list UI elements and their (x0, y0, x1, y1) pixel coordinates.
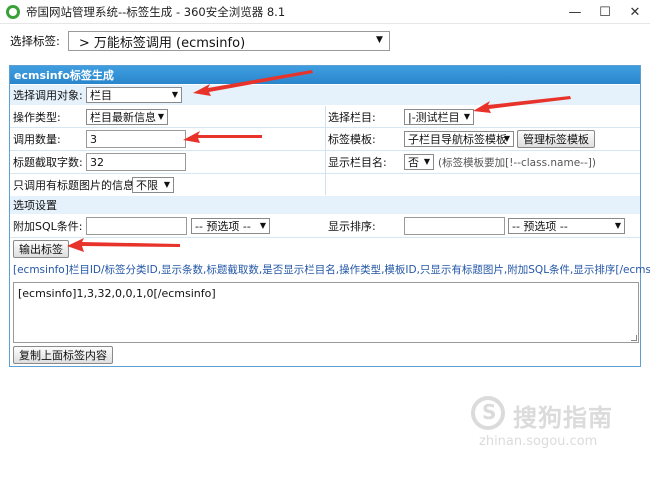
chevron-down-icon: ▼ (259, 221, 266, 230)
generated-tag-textarea[interactable]: [ecmsinfo]1,3,32,0,0,1,0[/ecmsinfo] (13, 282, 639, 343)
minimize-button[interactable]: — (560, 0, 590, 24)
template-label: 标签模板: (328, 133, 376, 146)
order-label: 显示排序: (328, 220, 376, 233)
chevron-down-icon: ▼ (614, 221, 621, 230)
sql-preset-select[interactable]: -- 预选项 -- ▼ (191, 218, 270, 234)
divider (10, 237, 640, 238)
tag-select-value: > 万能标签调用 (ecmsinfo) (78, 35, 246, 51)
chevron-down-icon: ▼ (463, 111, 470, 121)
manage-template-button[interactable]: 管理标签模板 (517, 130, 595, 148)
call-object-select[interactable]: 栏目 ▼ (86, 87, 182, 103)
tag-selector-label: 选择标签: (10, 34, 60, 48)
column-divider (325, 106, 326, 195)
operation-select[interactable]: 栏目最新信息 ▼ (86, 108, 168, 125)
template-select[interactable]: 子栏目导航标签模板 ▼ (404, 131, 514, 147)
sql-label: 附加SQL条件: (13, 220, 83, 233)
resize-grip-icon[interactable] (631, 335, 637, 341)
only-pic-value: 不限 (136, 178, 158, 192)
copy-row: 复制上面标签内容 (10, 346, 640, 364)
chevron-down-icon: ▼ (163, 179, 170, 189)
call-object-row: 选择调用对象: 栏目 ▼ (10, 85, 640, 105)
chevron-down-icon: ▼ (423, 157, 430, 166)
window-title: 帝国网站管理系统--标签生成 - 360安全浏览器 8.1 (26, 4, 286, 19)
sql-preset-value: -- 预选项 -- (195, 220, 251, 233)
chevron-down-icon: ▼ (157, 111, 164, 121)
operation-label: 操作类型: (13, 110, 61, 124)
template-value: 子栏目导航标签模板 (408, 133, 507, 146)
chevron-down-icon: ▼ (171, 90, 178, 99)
sql-order-row: 附加SQL条件: -- 预选项 -- ▼ 显示排序: -- 预选项 -- ▼ (10, 215, 640, 237)
order-preset-value: -- 预选项 -- (512, 220, 568, 233)
title-length-label: 标题截取字数: (13, 156, 83, 169)
options-section-row: 选项设置 (10, 196, 640, 214)
generated-tag-text: [ecmsinfo]1,3,32,0,0,1,0[/ecmsinfo] (18, 287, 216, 300)
watermark-subtext: zhinan.sogou.com (479, 434, 598, 449)
tag-selector-row: 选择标签: > 万能标签调用 (ecmsinfo) ▼ (10, 31, 390, 51)
operation-value: 栏目最新信息 (90, 110, 156, 124)
show-colname-select[interactable]: 否 ▼ (404, 154, 434, 170)
tag-select-dropdown[interactable]: > 万能标签调用 (ecmsinfo) ▼ (67, 31, 390, 51)
maximize-button[interactable]: ☐ (590, 0, 620, 24)
only-pic-select[interactable]: 不限 ▼ (132, 176, 174, 193)
browser-logo-icon (6, 4, 20, 19)
sogou-watermark: 搜狗指南 zhinan.sogou.com (471, 394, 641, 454)
chevron-down-icon: ▼ (503, 134, 510, 143)
show-colname-label: 显示栏目名: (328, 156, 387, 169)
only-pic-label: 只调用有标题图片的信息: (13, 178, 138, 192)
sogou-logo-icon (471, 396, 505, 430)
output-row: 输出标签 (10, 239, 640, 259)
order-input[interactable] (404, 217, 505, 235)
sql-input[interactable] (86, 217, 187, 235)
order-preset-select[interactable]: -- 预选项 -- ▼ (508, 218, 625, 234)
title-length-input[interactable]: 32 (86, 153, 186, 171)
output-tag-button[interactable]: 输出标签 (13, 240, 69, 258)
count-label: 调用数量: (13, 133, 61, 146)
call-object-value: 栏目 (90, 89, 112, 102)
show-colname-value: 否 (408, 156, 419, 169)
show-colname-hint: (标签模板要加[!--class.name--]) (438, 156, 596, 169)
column-select[interactable]: |-测试栏目 ▼ (404, 108, 474, 125)
close-button[interactable]: ✕ (620, 0, 650, 24)
panel-title: ecmsinfo标签生成 (10, 66, 640, 84)
count-input[interactable]: 3 (86, 130, 186, 148)
column-value: |-测试栏目 (408, 110, 460, 124)
call-object-label: 选择调用对象: (13, 89, 83, 102)
window-controls: — ☐ ✕ (560, 0, 650, 24)
watermark-text: 搜狗指南 (513, 404, 613, 432)
browser-title-bar: 帝国网站管理系统--标签生成 - 360安全浏览器 8.1 — ☐ ✕ (0, 0, 650, 24)
tag-generator-panel: ecmsinfo标签生成 选择调用对象: 栏目 ▼ 操作类型: 栏目最新信息 ▼… (9, 65, 650, 367)
options-section-title: 选项设置 (13, 199, 57, 212)
chevron-down-icon: ▼ (375, 35, 383, 45)
tag-syntax-text: [ecmsinfo]栏目ID/标签分类ID,显示条数,标题截取数,是否显示栏目名… (13, 264, 650, 276)
column-label: 选择栏目: (328, 110, 376, 124)
copy-tag-button[interactable]: 复制上面标签内容 (13, 346, 113, 364)
